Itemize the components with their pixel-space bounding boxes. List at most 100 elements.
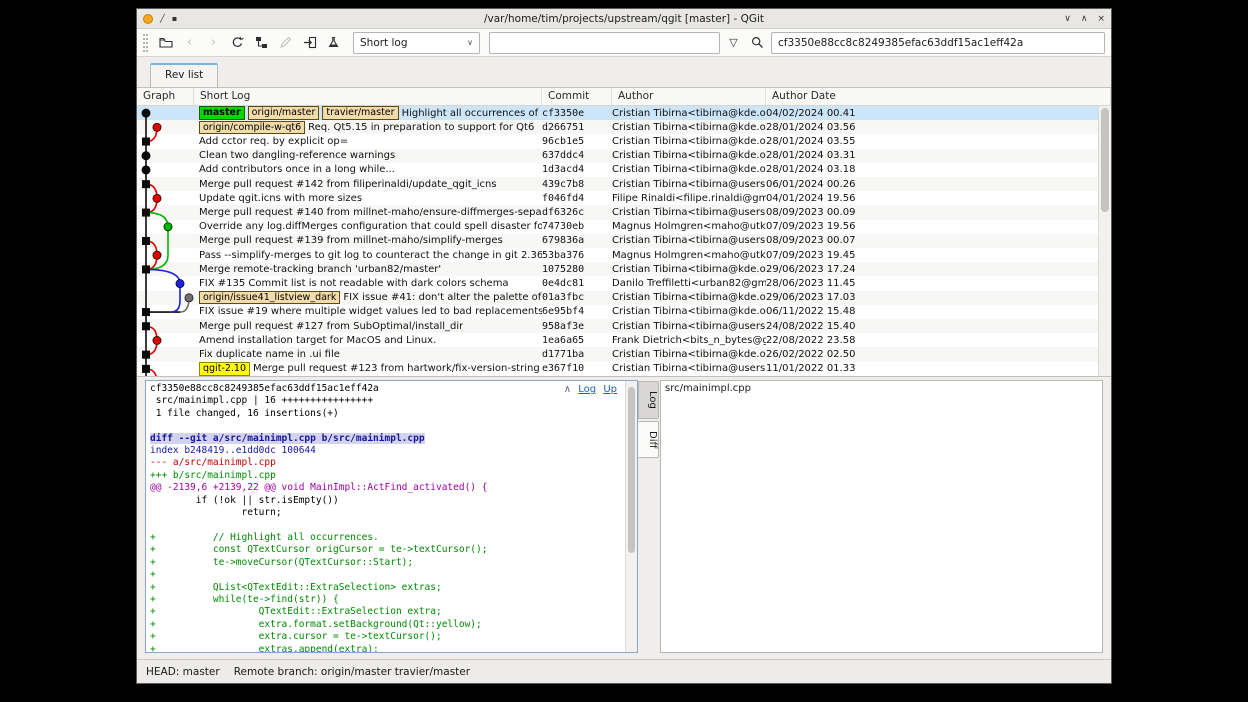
commit-subject: Override any log.diffMerges configuratio… (199, 221, 542, 232)
open-repository-button[interactable] (155, 32, 176, 54)
file-list-item[interactable]: src/mainimpl.cpp (661, 381, 1102, 394)
commit-sha: d1771ba (542, 349, 612, 360)
commit-date: 11/01/2022 01.33 (766, 363, 1111, 374)
column-header-author-date[interactable]: Author Date (766, 88, 1111, 105)
titlebar[interactable]: ╱ ▪ /var/home/tim/projects/upstream/qgit… (137, 9, 1111, 29)
commit-author: Cristian Tibirna<tibirna@kde.org> (612, 164, 766, 175)
close-button[interactable]: × (1097, 14, 1105, 24)
commit-sha: e367f10 (542, 363, 612, 374)
diff-line: index b248419..e1dd0dc 100644 (150, 445, 623, 457)
rev-list-scrollbar-thumb[interactable] (1101, 108, 1109, 212)
commit-sha: d266751 (542, 122, 612, 133)
diff-line: + // Highlight all occurrences. (150, 532, 623, 544)
commit-date: 24/08/2022 15.40 (766, 321, 1111, 332)
rev-row[interactable]: Merge pull request #142 from filiperinal… (137, 177, 1111, 191)
rev-list-body: masterorigin/mastertravier/masterHighlig… (137, 106, 1111, 376)
column-header-commit[interactable]: Commit (542, 88, 612, 105)
rev-row[interactable]: origin/issue41_listview_darkFIX issue #4… (137, 291, 1111, 305)
rev-subject-cell: Merge pull request #140 from millnet-mah… (194, 207, 542, 218)
rev-row[interactable]: Fix duplicate name in .ui filed1771baCri… (137, 347, 1111, 361)
minimize-button[interactable]: ∨ (1064, 14, 1071, 24)
toolbar-drag-handle[interactable] (143, 34, 148, 52)
vtab-diff[interactable]: Diff (638, 421, 659, 458)
rev-row[interactable]: qgit-2.10Merge pull request #123 from ha… (137, 362, 1111, 376)
commit-author: Cristian Tibirna<tibirna@users.nor... (612, 235, 766, 246)
rev-row[interactable]: Merge remote-tracking branch 'urban82/ma… (137, 262, 1111, 276)
column-header-graph[interactable]: Graph (137, 88, 194, 105)
commit-sha: 53ba376 (542, 250, 612, 261)
tab-rev-list[interactable]: Rev list (150, 63, 218, 87)
log-view-mode-select[interactable]: Short log ∨ (353, 32, 480, 54)
rev-row[interactable]: origin/compile-w-qt6Req. Qt5.15 in prepa… (137, 120, 1111, 134)
diff-pane: ∧ Log Up cf3350e88cc8c8249385efac63ddf15… (145, 380, 638, 653)
diff-scrollbar[interactable] (625, 381, 637, 652)
commit-subject: Merge pull request #139 from millnet-mah… (199, 235, 503, 246)
rev-row[interactable]: Add contributors once in a long while...… (137, 163, 1111, 177)
rev-row[interactable]: FIX issue #19 where multiple widget valu… (137, 305, 1111, 319)
diff-line: --- a/src/mainimpl.cpp (150, 457, 623, 469)
menu-icon[interactable]: ▪ (172, 14, 177, 24)
format-patch-button[interactable] (323, 32, 344, 54)
maximize-button[interactable]: ∧ (1081, 14, 1088, 24)
rev-list-panel: Graph Short Log Commit Author Author Dat… (137, 87, 1111, 377)
rev-row[interactable]: Update qgit.icns with more sizesf046fd4F… (137, 191, 1111, 205)
commit-sha: df6326c (542, 207, 612, 218)
log-link[interactable]: Log (578, 384, 596, 395)
rev-row[interactable]: Add cctor req. by explicit op=96cb1e5Cri… (137, 134, 1111, 148)
commit-date: 28/01/2024 03.55 (766, 136, 1111, 147)
sha-input[interactable] (771, 32, 1105, 54)
diff-line (150, 519, 623, 531)
rev-subject-cell: Fix duplicate name in .ui file (194, 349, 542, 360)
rev-row[interactable]: Pass --simplify-merges to git log to cou… (137, 248, 1111, 262)
commit-author: Cristian Tibirna<tibirna@users.nor... (612, 179, 766, 190)
commit-date: 22/08/2022 23.58 (766, 335, 1111, 346)
diff-line: + (150, 569, 623, 581)
rev-row[interactable]: Override any log.diffMerges configuratio… (137, 220, 1111, 234)
commit-author: Cristian Tibirna<tibirna@kde.org> (612, 349, 766, 360)
filter-button[interactable]: ▽ (723, 32, 744, 54)
collapse-caret-icon[interactable]: ∧ (564, 384, 571, 395)
back-button[interactable]: ‹ (179, 32, 200, 54)
pin-icon[interactable]: ╱ (160, 14, 165, 24)
refresh-button[interactable] (227, 32, 248, 54)
rev-row[interactable]: Merge pull request #139 from millnet-mah… (137, 234, 1111, 248)
rev-row[interactable]: FIX #135 Commit list is not readable wit… (137, 276, 1111, 290)
edit-button[interactable] (275, 32, 296, 54)
rev-subject-cell: Amend installation target for MacOS and … (194, 335, 542, 346)
ref-badge-remote: origin/compile-w-qt6 (199, 121, 305, 135)
qgit-window: ╱ ▪ /var/home/tim/projects/upstream/qgit… (136, 8, 1112, 684)
up-link[interactable]: Up (603, 384, 617, 395)
commit-subject: Merge pull request #127 from SubOptimal/… (199, 321, 463, 332)
commit-sha: 96cb1e5 (542, 136, 612, 147)
screen: ╱ ▪ /var/home/tim/projects/upstream/qgit… (0, 0, 1248, 702)
search-input[interactable] (489, 32, 720, 54)
toolbar: ‹ › (137, 29, 1111, 57)
file-list-pane: src/mainimpl.cpp (660, 380, 1103, 653)
rev-list-scrollbar[interactable] (1098, 106, 1111, 376)
column-header-author[interactable]: Author (612, 88, 766, 105)
forward-button[interactable]: › (203, 32, 224, 54)
statusbar-head: HEAD: master (146, 666, 220, 678)
diff-scrollbar-thumb[interactable] (628, 387, 635, 553)
diff-line: diff --git a/src/mainimpl.cpp b/src/main… (150, 433, 623, 445)
rev-row[interactable]: Clean two dangling-reference warnings637… (137, 149, 1111, 163)
tree-icon (255, 36, 268, 49)
diff-line: + const QTextCursor origCursor = te->tex… (150, 544, 623, 556)
tree-view-button[interactable] (251, 32, 272, 54)
rev-row[interactable]: Merge pull request #127 from SubOptimal/… (137, 319, 1111, 333)
commit-sha: 0e4dc81 (542, 278, 612, 289)
diff-line (150, 420, 623, 432)
main-tabbar: Rev list (137, 57, 1111, 87)
checkout-exit-button[interactable] (299, 32, 320, 54)
rev-subject-cell: FIX issue #19 where multiple widget valu… (194, 306, 542, 317)
commit-sha: f046fd4 (542, 193, 612, 204)
column-header-short-log[interactable]: Short Log (194, 88, 542, 105)
rev-subject-cell: Merge pull request #127 from SubOptimal/… (194, 321, 542, 332)
rev-row[interactable]: Amend installation target for MacOS and … (137, 333, 1111, 347)
rev-row[interactable]: Merge pull request #140 from millnet-mah… (137, 205, 1111, 219)
bottom-area: ∧ Log Up cf3350e88cc8c8249385efac63ddf15… (137, 380, 1111, 653)
vtab-log[interactable]: Log (638, 381, 659, 419)
chevron-left-icon: ‹ (187, 35, 192, 50)
find-button[interactable] (747, 32, 768, 54)
rev-row[interactable]: masterorigin/mastertravier/masterHighlig… (137, 106, 1111, 120)
